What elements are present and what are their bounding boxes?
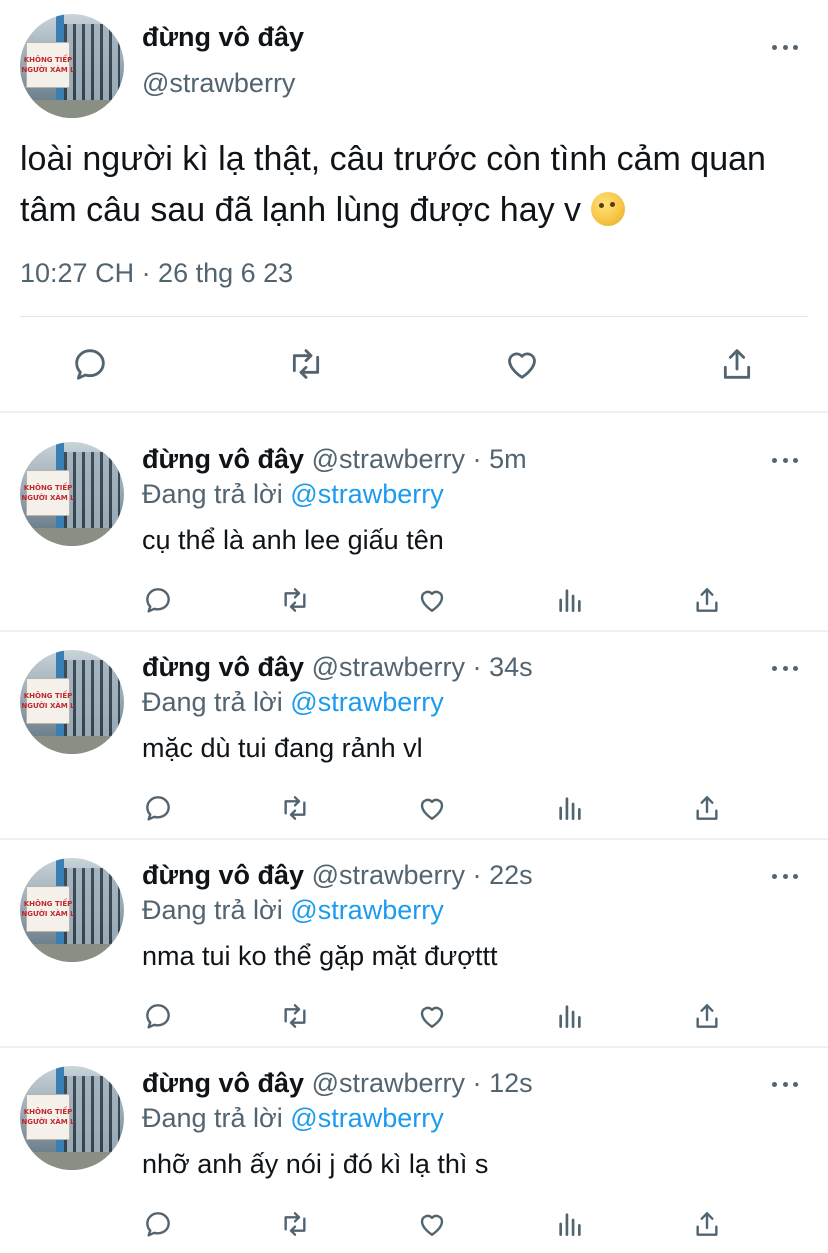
reply-icon[interactable]: [142, 584, 174, 616]
avatar-sign: KHÔNG TIẾP NGƯỜI XÀM L: [21, 886, 75, 932]
divider: [20, 316, 808, 317]
display-name[interactable]: đừng vô đây: [142, 22, 304, 53]
reply-icon[interactable]: [142, 1000, 174, 1032]
mention-link[interactable]: @strawberry: [290, 1103, 443, 1133]
reply-text: cụ thể là anh lee giấu tên: [142, 525, 444, 555]
divider: [0, 411, 828, 413]
replying-to: Đang trả lời @strawberry: [142, 479, 444, 509]
reply-header: đừng vô đây @strawberry · 12s: [142, 1066, 533, 1100]
retweet-icon[interactable]: [286, 344, 326, 384]
reply-tweet[interactable]: KHÔNG TIẾP NGƯỜI XÀM L đừng vô đây @stra…: [0, 442, 828, 632]
user-handle[interactable]: @strawberry: [312, 444, 465, 474]
share-icon[interactable]: [691, 1208, 723, 1240]
retweet-icon[interactable]: [279, 1208, 311, 1240]
divider: [0, 838, 828, 840]
avatar[interactable]: KHÔNG TIẾP NGƯỜI XÀM L: [20, 858, 124, 962]
reply-time[interactable]: 34s: [489, 652, 533, 682]
like-icon[interactable]: [416, 1208, 448, 1240]
retweet-icon[interactable]: [279, 792, 311, 824]
mention-link[interactable]: @strawberry: [290, 687, 443, 717]
reply-header: đừng vô đây @strawberry · 22s: [142, 858, 533, 892]
like-icon[interactable]: [502, 344, 542, 384]
analytics-icon[interactable]: [554, 792, 586, 824]
user-handle[interactable]: @strawberry: [312, 652, 465, 682]
more-options-icon[interactable]: [772, 43, 798, 51]
replying-to: Đang trả lời @strawberry: [142, 1103, 444, 1133]
reply-header: đừng vô đây @strawberry · 34s: [142, 650, 533, 684]
divider: [0, 630, 828, 632]
tweet-timestamp[interactable]: 10:27 CH · 26 thg 6 23: [20, 258, 293, 289]
avatar[interactable]: KHÔNG TIẾP NGƯỜI XÀM L: [20, 14, 124, 118]
reply-tweet[interactable]: KHÔNG TIẾP NGƯỜI XÀM L đừng vô đây @stra…: [0, 650, 828, 840]
mention-link[interactable]: @strawberry: [290, 479, 443, 509]
tweet-text: loài người kì lạ thật, câu trước còn tìn…: [20, 140, 766, 229]
reply-time[interactable]: 22s: [489, 860, 533, 890]
divider: [0, 1046, 828, 1048]
more-options-icon[interactable]: [772, 1080, 798, 1088]
reply-tweet[interactable]: KHÔNG TIẾP NGƯỜI XÀM L đừng vô đây @stra…: [0, 858, 828, 1048]
display-name[interactable]: đừng vô đây: [142, 444, 304, 474]
reply-time[interactable]: 5m: [489, 444, 527, 474]
avatar[interactable]: KHÔNG TIẾP NGƯỜI XÀM L: [20, 442, 124, 546]
avatar-sign: KHÔNG TIẾP NGƯỜI XÀM L: [21, 470, 75, 516]
share-icon[interactable]: [691, 792, 723, 824]
reply-icon[interactable]: [70, 344, 110, 384]
share-icon[interactable]: [691, 1000, 723, 1032]
replying-to: Đang trả lời @strawberry: [142, 895, 444, 925]
replying-to: Đang trả lời @strawberry: [142, 687, 444, 717]
display-name[interactable]: đừng vô đây: [142, 1068, 304, 1098]
separator: ·: [472, 652, 482, 682]
reply-tweet[interactable]: KHÔNG TIẾP NGƯỜI XÀM L đừng vô đây @stra…: [0, 1066, 828, 1253]
reply-header: đừng vô đây @strawberry · 5m: [142, 442, 527, 476]
separator: ·: [472, 444, 482, 474]
analytics-icon[interactable]: [554, 1208, 586, 1240]
separator: ·: [472, 1068, 482, 1098]
retweet-icon[interactable]: [279, 584, 311, 616]
display-name[interactable]: đừng vô đây: [142, 860, 304, 890]
avatar[interactable]: KHÔNG TIẾP NGƯỜI XÀM L: [20, 1066, 124, 1170]
reply-text: mặc dù tui đang rảnh vl: [142, 733, 423, 763]
reply-time[interactable]: 12s: [489, 1068, 533, 1098]
more-options-icon[interactable]: [772, 872, 798, 880]
user-handle[interactable]: @strawberry: [312, 860, 465, 890]
thinking-face-emoji: [590, 192, 625, 226]
separator: ·: [472, 860, 482, 890]
avatar-sign: KHÔNG TIẾP NGƯỜI XÀM L: [21, 1094, 75, 1140]
analytics-icon[interactable]: [554, 1000, 586, 1032]
avatar[interactable]: KHÔNG TIẾP NGƯỜI XÀM L: [20, 650, 124, 754]
reply-icon[interactable]: [142, 792, 174, 824]
like-icon[interactable]: [416, 792, 448, 824]
analytics-icon[interactable]: [554, 584, 586, 616]
share-icon[interactable]: [717, 344, 757, 384]
user-handle[interactable]: @strawberry: [142, 68, 295, 99]
avatar-sign: KHÔNG TIẾP NGƯỜI XÀM L: [21, 678, 75, 724]
reply-icon[interactable]: [142, 1208, 174, 1240]
reply-text: nma tui ko thể gặp mặt đượttt: [142, 941, 498, 971]
avatar-sign: KHÔNG TIẾP NGƯỜI XÀM L: [21, 42, 75, 88]
more-options-icon[interactable]: [772, 664, 798, 672]
display-name[interactable]: đừng vô đây: [142, 652, 304, 682]
more-options-icon[interactable]: [772, 456, 798, 464]
share-icon[interactable]: [691, 584, 723, 616]
user-handle[interactable]: @strawberry: [312, 1068, 465, 1098]
like-icon[interactable]: [416, 584, 448, 616]
reply-text: nhỡ anh ấy nói j đó kì lạ thì s: [142, 1149, 489, 1179]
mention-link[interactable]: @strawberry: [290, 895, 443, 925]
like-icon[interactable]: [416, 1000, 448, 1032]
retweet-icon[interactable]: [279, 1000, 311, 1032]
